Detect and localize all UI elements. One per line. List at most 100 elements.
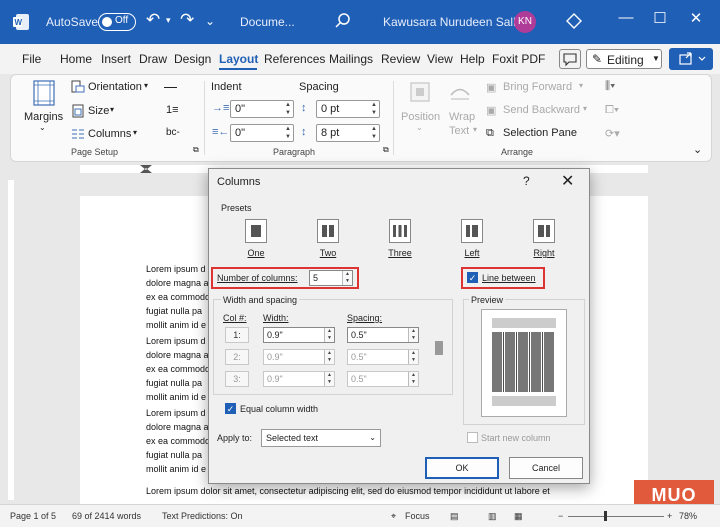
print-layout-icon[interactable]: ▥ [488,511,497,522]
position-chevron-icon[interactable]: ⌄ [416,123,423,132]
editing-mode-button[interactable]: ✎ Editing ▼ [586,49,662,69]
minimize-icon[interactable]: — [614,9,638,26]
tab-draw[interactable]: Draw [139,52,167,66]
close-window-icon[interactable]: ✕ [684,9,708,27]
zoom-in-icon[interactable]: + [667,511,672,521]
undo-dropdown-icon[interactable]: ▾ [166,15,171,26]
quick-access-more-icon[interactable]: ⌄ [205,14,215,28]
preset-right-button[interactable] [533,219,555,243]
spin-arrows-icon[interactable]: ▲ ▼ [285,125,291,141]
text-predictions-status[interactable]: Text Predictions: On [162,511,243,521]
send-backward-chevron-icon[interactable]: ▾ [583,104,587,113]
column-1-width-field[interactable]: 0.9" ▲ ▼ [263,327,335,343]
spin-arrows-icon[interactable]: ▲ ▼ [371,101,377,117]
avatar[interactable]: KN [514,11,536,33]
preset-three-button[interactable] [389,219,411,243]
tab-insert[interactable]: Insert [101,52,131,66]
preset-right-label[interactable]: Right [524,248,564,258]
word-count[interactable]: 69 of 2414 words [72,511,141,521]
ok-button[interactable]: OK [425,457,499,479]
breaks-icon[interactable]: ⎯⎯ [164,79,177,95]
margins-chevron-icon[interactable]: ⌄ [39,123,46,132]
tab-help[interactable]: Help [460,52,485,66]
preset-one-label[interactable]: One [236,248,276,258]
page-count[interactable]: Page 1 of 5 [10,511,56,521]
column-1-spacing-field[interactable]: 0.5" ▲ ▼ [347,327,419,343]
margins-button[interactable]: Margins [24,111,63,123]
line-between-checkbox[interactable]: ✓ [467,272,478,283]
tab-design[interactable]: Design [174,52,211,66]
tab-references[interactable]: References [264,52,325,66]
zoom-out-icon[interactable]: − [558,511,563,521]
preset-three-label[interactable]: Three [380,248,420,258]
preset-two-label[interactable]: Two [308,248,348,258]
margins-icon[interactable] [31,79,57,107]
apply-to-dropdown[interactable]: Selected text ⌄ [261,429,381,447]
help-icon[interactable]: ? [523,174,530,188]
focus-icon[interactable]: ⌖ [391,511,396,522]
cancel-button[interactable]: Cancel [509,457,583,479]
rotate-icon[interactable]: ⟳▾ [605,127,620,140]
maximize-icon[interactable]: ☐ [648,9,672,27]
preset-one-button[interactable] [245,219,267,243]
redo-icon[interactable]: ↷ [180,10,194,30]
comments-button[interactable] [559,49,581,69]
orientation-chevron-icon[interactable]: ▾ [144,81,148,90]
tab-view[interactable]: View [427,52,453,66]
search-icon[interactable] [334,12,352,30]
line-numbers-icon[interactable]: 1≡ [166,104,179,116]
size-button[interactable]: Size [88,105,109,117]
undo-icon[interactable]: ↶ [146,10,160,30]
focus-button[interactable]: Focus [405,511,430,521]
columns-button[interactable]: Columns [88,128,131,140]
zoom-slider-track[interactable] [568,516,664,517]
preset-left-label[interactable]: Left [452,248,492,258]
collapse-ribbon-icon[interactable]: ⌄ [693,143,702,156]
selection-pane-button[interactable]: Selection Pane [503,127,577,139]
zoom-slider-thumb[interactable] [604,511,607,521]
group-icon[interactable]: ⧠▾ [605,104,619,117]
column-scrollbar[interactable] [435,341,443,355]
indent-left-field[interactable]: 0" ▲ ▼ [230,100,294,118]
read-mode-icon[interactable]: ▤ [450,511,459,522]
designer-icon[interactable] [565,12,583,30]
tab-foxit-pdf[interactable]: Foxit PDF [492,52,545,66]
spin-arrows-icon[interactable]: ▲ ▼ [371,125,377,141]
equal-column-width-label[interactable]: Equal column width [240,404,318,414]
bring-forward-chevron-icon[interactable]: ▾ [579,81,583,90]
tab-review[interactable]: Review [381,52,420,66]
preset-two-button[interactable] [317,219,339,243]
position-button[interactable]: Position [401,111,440,123]
document-name[interactable]: Docume... [240,15,295,29]
size-chevron-icon[interactable]: ▾ [110,105,114,114]
send-backward-button[interactable]: Send Backward [503,104,580,116]
spin-arrows-icon[interactable]: ▲ ▼ [408,328,418,342]
spacing-after-field[interactable]: 8 pt ▲ ▼ [316,124,380,142]
align-icon[interactable]: ⫼▾ [605,80,615,93]
web-layout-icon[interactable]: ▦ [514,511,523,522]
paragraph-launcher-icon[interactable]: ⧉ [383,145,389,155]
spin-arrows-icon[interactable]: ▲ ▼ [342,271,352,285]
line-between-label[interactable]: Line between [482,273,536,283]
orientation-button[interactable]: Orientation [88,81,142,93]
wrap-text-button[interactable]: Wrap [449,111,475,123]
tab-home[interactable]: Home [60,52,92,66]
bring-forward-button[interactable]: Bring Forward [503,81,572,93]
indent-right-field[interactable]: 0" ▲ ▼ [230,124,294,142]
hyphenation-icon[interactable]: bc- [166,127,180,138]
tab-mailings[interactable]: Mailings [329,52,373,66]
close-icon[interactable]: ✕ [561,171,574,191]
equal-column-width-checkbox[interactable]: ✓ [225,403,236,414]
page-setup-launcher-icon[interactable]: ⧉ [193,145,199,155]
number-of-columns-field[interactable]: 5 ▲ ▼ [309,270,353,286]
spin-arrows-icon[interactable]: ▲ ▼ [324,328,334,342]
spacing-before-field[interactable]: 0 pt ▲ ▼ [316,100,380,118]
preset-left-button[interactable] [461,219,483,243]
tab-file[interactable]: File [22,52,41,66]
zoom-level[interactable]: 78% [679,511,697,521]
autosave-toggle[interactable]: Off [98,13,136,31]
columns-chevron-icon[interactable]: ▾ [133,128,137,137]
spin-arrows-icon[interactable]: ▲ ▼ [285,101,291,117]
tab-layout[interactable]: Layout [219,52,258,66]
wrap-text-chevron-icon[interactable]: ▾ [473,125,477,134]
